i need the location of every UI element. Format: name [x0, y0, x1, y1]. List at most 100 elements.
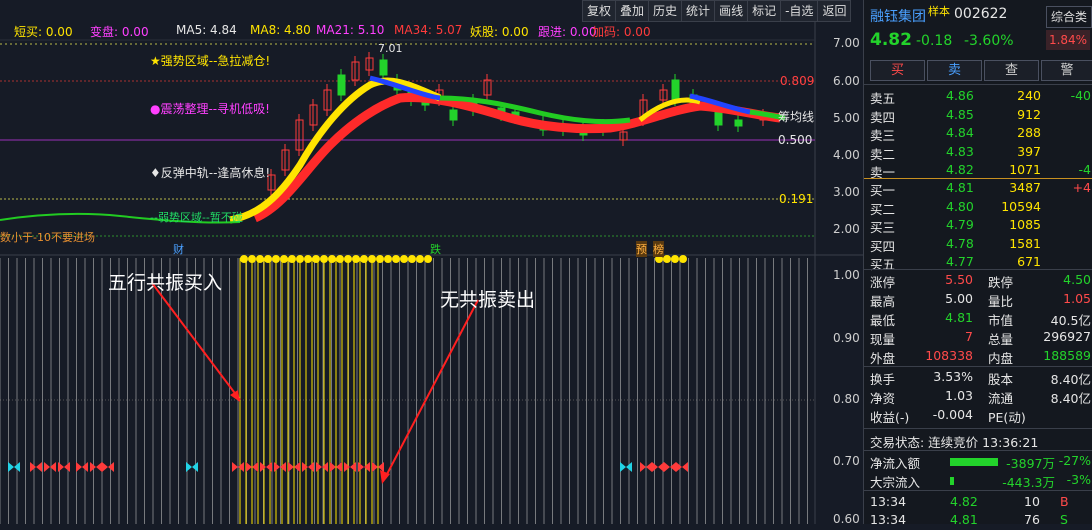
- flow-value: -3897万: [1006, 456, 1055, 471]
- toolbar-button[interactable]: 标记: [747, 0, 782, 22]
- tick-side: B: [1060, 494, 1069, 509]
- flow-row: 大宗流入 -443.3万 -3%: [864, 472, 1092, 490]
- toolbar-button[interactable]: 复权: [582, 0, 617, 22]
- level-price: 4.84: [946, 125, 974, 140]
- butterfly-icon: [274, 462, 286, 472]
- level-volume: 3487: [1009, 180, 1041, 195]
- zone-weak-label: --弱势区域--暂不碰: [150, 211, 243, 224]
- stat-row: 最低 4.81 市值 40.5亿: [864, 310, 1092, 328]
- stock-name[interactable]: 融钰集团: [870, 6, 926, 26]
- fib-level-0191: 0.191: [779, 192, 814, 206]
- flow-pct: -27%: [1058, 453, 1091, 468]
- quote-panel: 融钰集团 样本 002622 综合类 1.84% 4.82 -0.18 -3.6…: [863, 0, 1092, 527]
- ask-row[interactable]: 卖五 4.86 240 -40: [864, 88, 1092, 106]
- sell-button[interactable]: 卖: [927, 60, 982, 81]
- flow-bar: [950, 477, 954, 485]
- resonance-dot: [312, 255, 320, 263]
- level-volume: 912: [1017, 106, 1041, 122]
- resonance-dot: [679, 255, 687, 263]
- indicator-bar: 短买: 0.00 变盘: 0.00 MA5: 4.84 MA8: 4.80 MA21: …: [0, 22, 815, 40]
- toolbar-button[interactable]: 历史: [648, 0, 683, 22]
- resonance-dot: [671, 255, 679, 263]
- resonance-dot: [272, 255, 280, 263]
- resonance-lines: [0, 258, 808, 524]
- butterfly-icon: [358, 462, 370, 472]
- toolbar-button[interactable]: 统计: [681, 0, 716, 22]
- toolbar-button[interactable]: 画线: [714, 0, 749, 22]
- ask-row[interactable]: 卖四 4.85 912: [864, 107, 1092, 125]
- bid-row[interactable]: 买一 4.81 3487 +4: [864, 180, 1092, 198]
- indicator-value: MA34: 5.07: [394, 23, 463, 37]
- butterfly-icon: [676, 462, 688, 472]
- price-tick: 4.00: [833, 148, 860, 162]
- stat-value: 4.81: [945, 310, 973, 325]
- bid-row[interactable]: 买四 4.78 1581: [864, 236, 1092, 254]
- buy-button[interactable]: 买: [870, 60, 925, 81]
- butterfly-icon: [316, 462, 328, 472]
- event-finance-label: 财: [173, 243, 184, 256]
- price-tick: 7.00: [833, 36, 860, 50]
- stat-value: 40.5亿: [1050, 313, 1091, 328]
- trade-status: 交易状态: 连续竞价 13:36:21: [870, 435, 1039, 450]
- resonance-dot: [360, 255, 368, 263]
- level-volume: 10594: [1001, 198, 1041, 214]
- resonance-dot: [392, 255, 400, 263]
- price-tick: 3.00: [833, 185, 860, 199]
- level-label: 买三: [870, 220, 896, 235]
- alert-button[interactable]: 警: [1041, 60, 1092, 81]
- toolbar-button[interactable]: 返回: [817, 0, 852, 22]
- fib-level-0500: 0.500: [778, 133, 813, 147]
- stat-label: 最高: [870, 294, 896, 309]
- toolbar-button[interactable]: -自选: [780, 0, 819, 22]
- stat-value: 7: [965, 329, 973, 344]
- entry-note-label: 数小于-10不要进场: [0, 231, 95, 244]
- level-label: 买一: [870, 183, 896, 198]
- flow-bar: [950, 458, 998, 466]
- price-tick: 5.00: [833, 111, 860, 125]
- resonance-dot: [264, 255, 272, 263]
- ask-row[interactable]: 卖二 4.83 397: [864, 144, 1092, 162]
- indicator-value: 短买: 0.00: [14, 25, 73, 39]
- resonance-dot: [328, 255, 336, 263]
- butterfly-icon: [76, 462, 88, 472]
- query-button[interactable]: 查: [984, 60, 1039, 81]
- stat-row: 涨停 5.50 跌停 4.50: [864, 272, 1092, 290]
- level-volume: 397: [1017, 143, 1041, 159]
- butterfly-icon: [260, 462, 272, 472]
- indicator-value: 妖股: 0.00: [470, 25, 529, 39]
- level-price: 4.77: [946, 254, 974, 269]
- fib-level-0809: 0.809: [780, 74, 815, 88]
- resonance-dot: [320, 255, 328, 263]
- level-volume: 1071: [1009, 162, 1041, 177]
- flow-row: 净流入额 -3897万 -27%: [864, 453, 1092, 471]
- resonance-dot: [288, 255, 296, 263]
- tick-price: 4.82: [950, 494, 978, 509]
- stat-row: 最高 5.00 量比 1.05: [864, 291, 1092, 309]
- bid-row[interactable]: 买二 4.80 10594: [864, 199, 1092, 217]
- tick-volume: 10: [1024, 494, 1040, 509]
- cost-line-label: 筹均线: [778, 110, 815, 124]
- tick-volume: 76: [1024, 512, 1040, 527]
- tick-time: 13:34: [870, 494, 907, 509]
- stat-value: 8.40亿: [1050, 372, 1091, 387]
- toolbar-button[interactable]: 叠加: [615, 0, 650, 22]
- level-delta: -40: [1070, 88, 1091, 103]
- bid-row[interactable]: 买三 4.79 1085: [864, 217, 1092, 235]
- flow-label: 大宗流入: [870, 475, 921, 490]
- stat-label: 量比: [988, 294, 1014, 309]
- price-tick: 6.00: [833, 74, 860, 88]
- ask-row[interactable]: 卖三 4.84 288: [864, 125, 1092, 143]
- stat-row: 现量 7 总量 296927: [864, 329, 1092, 347]
- zone-consolidate-label: ●震荡整理--寻机低吸!: [150, 102, 270, 116]
- price-tick: 2.00: [833, 222, 860, 236]
- tick-time: 13:34: [870, 512, 907, 527]
- stat-label: 现量: [870, 332, 896, 347]
- level-label: 卖四: [870, 109, 896, 125]
- level-price: 4.81: [946, 180, 974, 195]
- sector-button[interactable]: 综合类: [1046, 6, 1092, 28]
- chart-canvas[interactable]: [0, 0, 863, 524]
- zone-strong-label: ★强势区域--急拉减仓!: [150, 54, 271, 68]
- stat-label: 市值: [988, 313, 1014, 328]
- stat-value: 1.05: [1063, 291, 1091, 306]
- lower-tick: 0.80: [833, 392, 860, 406]
